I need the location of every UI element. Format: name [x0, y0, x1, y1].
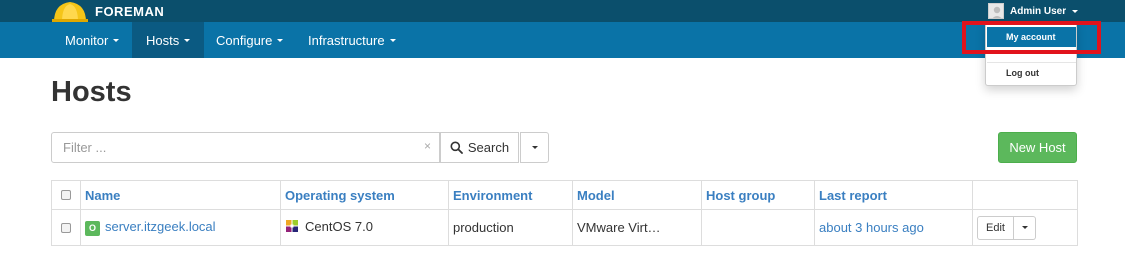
nav-item-hosts[interactable]: Hosts [132, 22, 205, 58]
hosts-table: Name Operating system Environment Model … [51, 180, 1078, 246]
column-header-actions [972, 180, 1078, 210]
model-cell: VMware Virt… [572, 209, 702, 246]
nav-item-label: Infrastructure [308, 32, 385, 48]
chevron-down-icon [113, 38, 120, 42]
nav-item-label: Configure [216, 32, 273, 48]
new-host-button[interactable]: New Host [998, 132, 1077, 163]
column-header-environment[interactable]: Environment [448, 180, 573, 210]
edit-actions-dropdown[interactable] [1014, 215, 1036, 240]
row-checkbox[interactable] [61, 222, 71, 233]
user-menu-toggle[interactable]: Admin User [988, 2, 1079, 20]
column-header-host-group[interactable]: Host group [701, 180, 815, 210]
host-name-link[interactable]: server.itzgeek.local [105, 219, 216, 234]
edit-button[interactable]: Edit [977, 215, 1014, 240]
column-header-os[interactable]: Operating system [280, 180, 449, 210]
environment-cell: production [448, 209, 573, 246]
os-cell: CentOS 7.0 [280, 209, 449, 246]
status-badge: O [85, 220, 100, 236]
actions-cell: Edit [972, 209, 1078, 246]
hardhat-logo-icon[interactable] [52, 0, 88, 22]
select-all-cell [51, 180, 81, 210]
select-all-checkbox[interactable] [61, 190, 71, 200]
column-header-model[interactable]: Model [572, 180, 702, 210]
page-title: Hosts [51, 76, 132, 108]
main-nav: Monitor Hosts Configure Infrastructure [0, 22, 1125, 58]
nav-item-infrastructure[interactable]: Infrastructure [294, 22, 410, 58]
user-avatar-icon [988, 3, 1004, 19]
chevron-down-icon [1072, 9, 1079, 13]
table-row: Oserver.itzgeek.local CentOS 7.0 product… [51, 209, 1078, 246]
nav-item-label: Hosts [146, 32, 180, 48]
search-filter-input[interactable] [51, 132, 440, 163]
chevron-down-icon [1021, 226, 1028, 229]
annotation-highlight-box [962, 21, 1101, 54]
os-label: CentOS 7.0 [305, 218, 373, 234]
nav-item-label: Monitor [65, 32, 109, 48]
search-button[interactable]: Search [440, 132, 519, 163]
column-header-name[interactable]: Name [80, 180, 281, 210]
search-button-label: Search [467, 140, 510, 155]
table-header-row: Name Operating system Environment Model … [51, 180, 1078, 210]
chevron-down-icon [184, 38, 191, 42]
top-bar: FOREMAN Admin User [0, 0, 1125, 22]
nav-item-monitor[interactable]: Monitor [51, 22, 133, 58]
bookmarks-dropdown-button[interactable] [520, 132, 549, 163]
host-group-cell [701, 209, 815, 246]
chevron-down-icon [531, 146, 538, 149]
user-name: Admin User [1010, 5, 1067, 17]
nav-item-configure[interactable]: Configure [202, 22, 297, 58]
menu-item-log-out[interactable]: Log out [987, 63, 1076, 83]
chevron-down-icon [389, 38, 396, 42]
brand-name[interactable]: FOREMAN [95, 4, 164, 19]
host-name-cell: Oserver.itzgeek.local [80, 209, 281, 246]
last-report-cell: about 3 hours ago [814, 209, 973, 246]
row-select-cell [51, 209, 81, 246]
search-icon [450, 141, 463, 154]
column-header-last-report[interactable]: Last report [814, 180, 973, 210]
chevron-down-icon [277, 38, 284, 42]
edit-button-group: Edit [977, 215, 1036, 240]
clear-icon[interactable]: × [424, 139, 431, 153]
centos-icon [285, 219, 299, 236]
last-report-link[interactable]: about 3 hours ago [819, 220, 924, 235]
